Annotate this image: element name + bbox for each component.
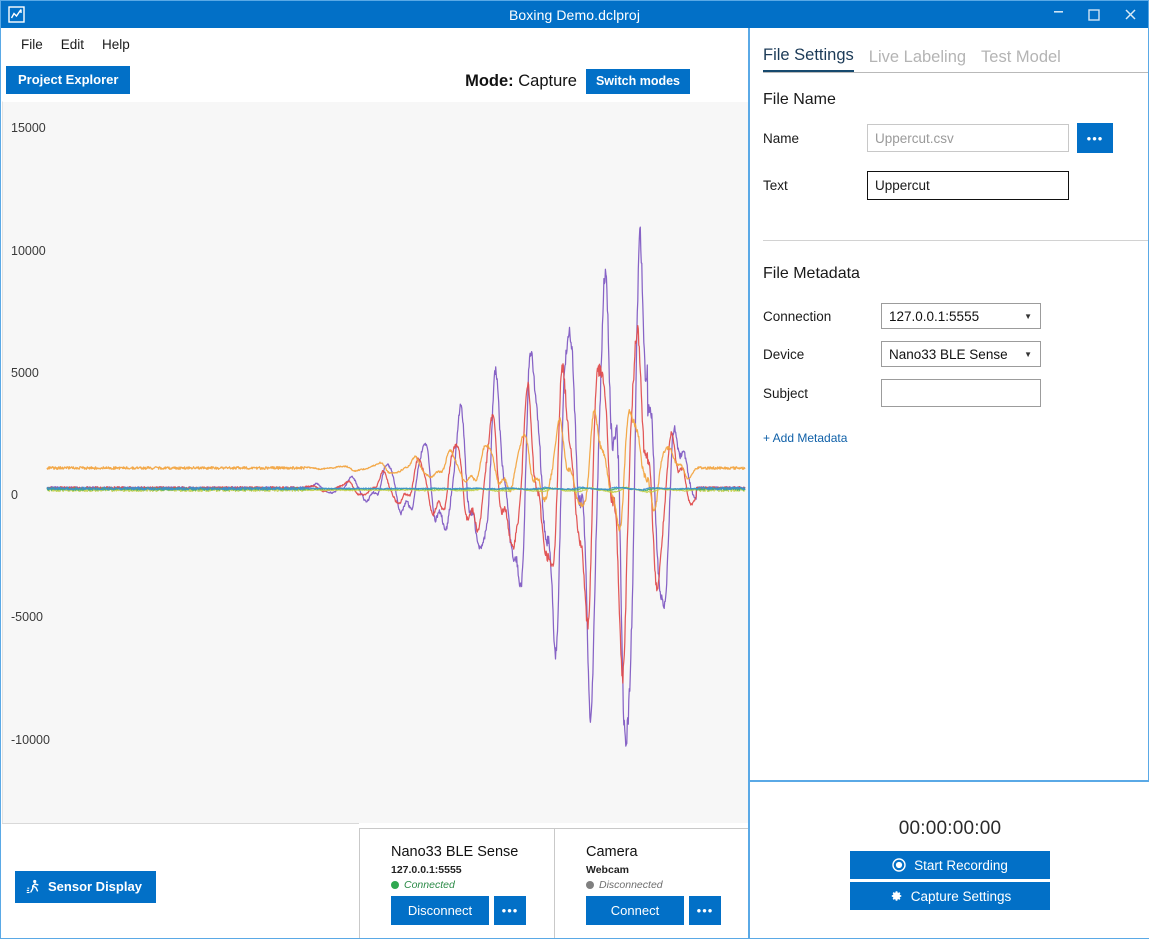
tab-test-model[interactable]: Test Model <box>981 48 1061 72</box>
text-label: Text <box>763 178 788 193</box>
device-status: Disconnected <box>586 879 748 891</box>
mode-indicator-group: Mode: Capture Switch modes <box>465 69 690 94</box>
field-row-connection: Connection 127.0.0.1:5555 ▼ <box>763 303 1149 329</box>
minimize-button[interactable] <box>1040 1 1076 28</box>
mode-label: Mode: Capture <box>465 72 577 91</box>
device-more-button[interactable]: ••• <box>494 896 526 925</box>
mode-value: Capture <box>518 72 577 90</box>
menu-bar: File Edit Help <box>2 28 748 61</box>
field-row-name: Name Uppercut.csv ••• <box>763 123 1149 153</box>
close-button[interactable] <box>1112 1 1148 28</box>
connection-value: 127.0.0.1:5555 <box>889 308 980 324</box>
file-text-input[interactable]: Uppercut <box>867 171 1069 200</box>
section-divider <box>763 240 1148 241</box>
menu-help[interactable]: Help <box>93 34 139 55</box>
series-AccZ <box>46 408 746 532</box>
sensor-display-label: Sensor Display <box>48 879 142 894</box>
waveform-plot <box>46 226 746 747</box>
project-explorer-button[interactable]: Project Explorer <box>6 66 131 94</box>
mode-prefix: Mode: <box>465 72 514 90</box>
start-recording-label: Start Recording <box>914 857 1008 873</box>
window-title: Boxing Demo.dclproj <box>508 6 641 23</box>
switch-modes-button[interactable]: Switch modes <box>585 69 690 94</box>
device-value: Nano33 BLE Sense <box>889 346 1008 362</box>
device-name: Camera <box>586 844 638 860</box>
disconnect-button[interactable]: Disconnect <box>391 896 489 925</box>
device-actions: Disconnect ••• <box>391 896 526 925</box>
tab-live-labeling[interactable]: Live Labeling <box>869 48 966 72</box>
field-row-text: Text Uppercut <box>763 171 1149 200</box>
device-name: Nano33 BLE Sense <box>391 844 519 860</box>
window-controls <box>1040 1 1148 28</box>
maximize-button[interactable] <box>1076 1 1112 28</box>
tab-underline <box>763 72 1148 73</box>
tab-file-settings[interactable]: File Settings <box>763 46 854 72</box>
application-window: Boxing Demo.dclproj File Edit Help Proje… <box>0 0 1149 939</box>
device-address: 127.0.0.1:5555 <box>391 864 462 876</box>
toolbar: Project Explorer Mode: Capture Switch mo… <box>2 61 748 101</box>
device-card-nano33: Nano33 BLE Sense 127.0.0.1:5555 Connecte… <box>360 829 554 938</box>
title-bar: Boxing Demo.dclproj <box>1 1 1148 28</box>
tab-bar: File Settings Live Labeling Test Model <box>750 28 1149 72</box>
series-AccX <box>46 226 746 747</box>
device-status: Connected <box>391 879 554 891</box>
device-strip: Nano33 BLE Sense 127.0.0.1:5555 Connecte… <box>359 828 748 938</box>
recording-timer: 00:00:00:00 <box>898 818 1002 839</box>
file-name-title: File Name <box>763 91 836 108</box>
status-dot-disconnected <box>586 881 594 889</box>
device-status-label: Connected <box>404 879 455 891</box>
add-metadata-link[interactable]: + Add Metadata <box>763 431 1149 445</box>
chevron-down-icon: ▼ <box>1024 311 1032 321</box>
field-row-device: Device Nano33 BLE Sense ▼ <box>763 341 1149 367</box>
status-dot-connected <box>391 881 399 889</box>
device-actions: Connect ••• <box>586 896 721 925</box>
gear-icon <box>889 889 903 903</box>
connect-button[interactable]: Connect <box>586 896 684 925</box>
subject-label: Subject <box>763 385 809 401</box>
connection-label: Connection <box>763 308 832 324</box>
file-name-section: File Name Name Uppercut.csv ••• Text Upp… <box>750 91 1149 200</box>
chart-line-icon <box>5 5 27 25</box>
capture-settings-label: Capture Settings <box>910 888 1012 904</box>
device-status-label: Disconnected <box>599 879 663 891</box>
device-select[interactable]: Nano33 BLE Sense ▼ <box>881 341 1041 367</box>
device-card-camera: Camera Webcam Disconnected Connect ••• <box>554 829 748 938</box>
chevron-down-icon: ▼ <box>1024 349 1032 359</box>
file-name-input[interactable]: Uppercut.csv <box>867 124 1069 152</box>
name-label: Name <box>763 130 800 146</box>
recording-controls: 00:00:00:00 Start Recording Capture Sett… <box>750 780 1149 938</box>
device-label: Device <box>763 346 805 362</box>
sensor-chart-panel[interactable]: 15000 10000 5000 0 -5000 -10000 <box>2 101 748 823</box>
browse-file-button[interactable]: ••• <box>1077 123 1113 153</box>
series-AccY <box>46 324 746 684</box>
motion-sensor-icon <box>26 879 41 894</box>
record-circle-icon <box>892 858 906 872</box>
file-metadata-section: File Metadata Connection 127.0.0.1:5555 … <box>750 265 1149 445</box>
connection-select[interactable]: 127.0.0.1:5555 ▼ <box>881 303 1041 329</box>
device-type: Webcam <box>586 864 629 876</box>
menu-edit[interactable]: Edit <box>52 34 93 55</box>
right-panel: File Settings Live Labeling Test Model F… <box>748 28 1149 938</box>
sensor-display-button[interactable]: Sensor Display <box>15 871 156 903</box>
bottom-left-bar: Sensor Display <box>2 823 359 938</box>
device-more-button[interactable]: ••• <box>689 896 721 925</box>
capture-settings-button[interactable]: Capture Settings <box>850 882 1050 910</box>
start-recording-button[interactable]: Start Recording <box>850 851 1050 879</box>
file-metadata-title: File Metadata <box>763 265 860 282</box>
field-row-subject: Subject <box>763 379 1149 407</box>
menu-file[interactable]: File <box>12 34 52 55</box>
subject-input[interactable] <box>881 379 1041 407</box>
